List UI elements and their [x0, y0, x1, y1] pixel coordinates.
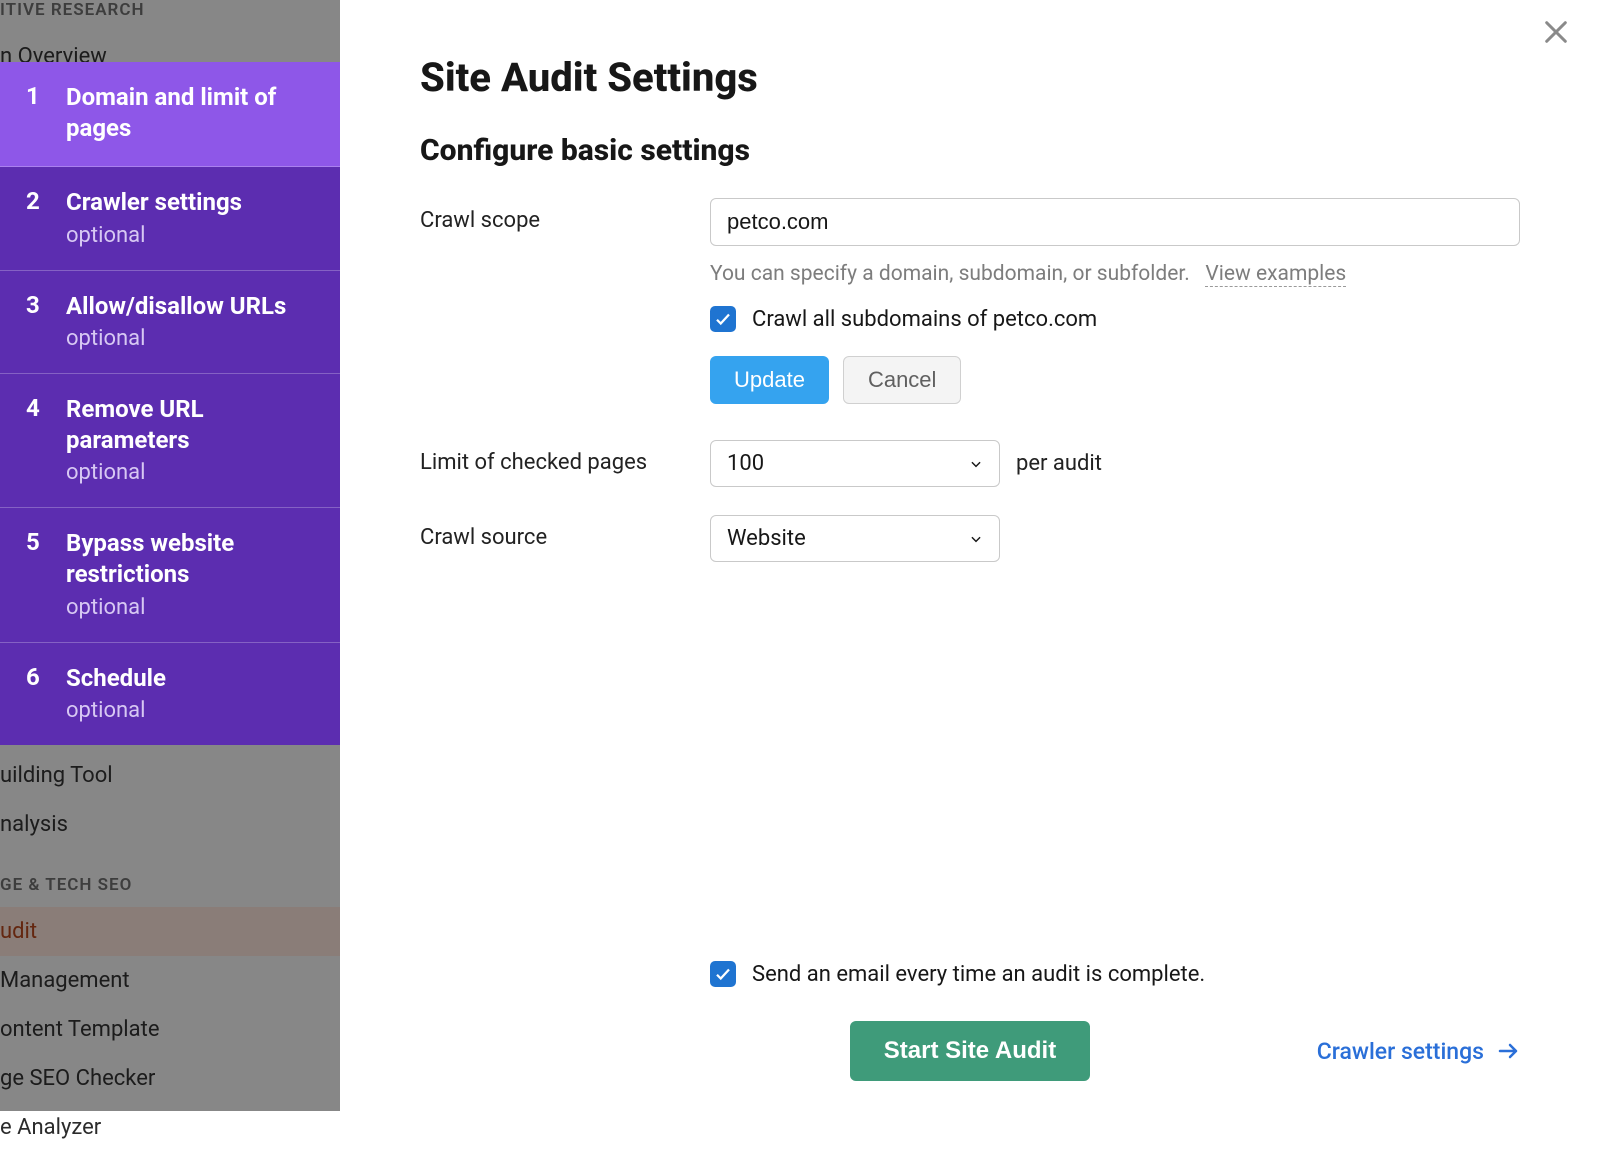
step-subtitle: optional [66, 223, 314, 248]
crawl-subdomains-label: Crawl all subdomains of petco.com [752, 307, 1097, 332]
step-title: Allow/disallow URLs [66, 291, 314, 322]
step-schedule[interactable]: 6 Schedule optional [0, 643, 340, 745]
step-number: 3 [26, 291, 46, 319]
step-remove-url-params[interactable]: 4 Remove URL parameters optional [0, 374, 340, 508]
step-number: 2 [26, 187, 46, 215]
row-crawl-source: Crawl source Website [420, 515, 1520, 562]
start-site-audit-button[interactable]: Start Site Audit [850, 1021, 1090, 1081]
step-subtitle: optional [66, 460, 314, 485]
bg-item: nalysis [0, 800, 340, 849]
email-notify-checkbox[interactable] [710, 961, 736, 987]
next-step-link[interactable]: Crawler settings [1317, 1038, 1520, 1065]
crawl-subdomains-checkbox[interactable] [710, 306, 736, 332]
step-subtitle: optional [66, 326, 314, 351]
bg-item: uilding Tool [0, 751, 340, 800]
row-limit-pages: Limit of checked pages 100 per audit [420, 440, 1520, 487]
step-number: 1 [26, 82, 46, 110]
arrow-right-icon [1496, 1039, 1520, 1063]
row-crawl-scope: Crawl scope You can specify a domain, su… [420, 198, 1520, 404]
close-button[interactable] [1542, 18, 1570, 50]
limit-suffix: per audit [1016, 451, 1102, 476]
panel-footer: Send an email every time an audit is com… [420, 961, 1520, 1081]
email-notify-label: Send an email every time an audit is com… [752, 962, 1205, 987]
wizard-steps: 1 Domain and limit of pages 2 Crawler se… [0, 62, 340, 745]
bg-item: ontent Template [0, 1005, 340, 1054]
bg-item: Management [0, 956, 340, 1005]
step-number: 6 [26, 663, 46, 691]
update-button[interactable]: Update [710, 356, 829, 404]
chevron-down-icon [969, 532, 983, 546]
bg-item: e Analyzer [0, 1103, 340, 1152]
step-title: Remove URL parameters [66, 394, 314, 456]
bg-section-header: GE & TECH SEO [0, 865, 340, 907]
crawl-source-select[interactable]: Website [710, 515, 1000, 562]
step-subtitle: optional [66, 595, 314, 620]
limit-pages-select[interactable]: 100 [710, 440, 1000, 487]
select-value: Website [727, 526, 806, 551]
step-title: Schedule [66, 663, 314, 694]
crawl-scope-input[interactable] [710, 198, 1520, 246]
label-limit-pages: Limit of checked pages [420, 440, 710, 475]
bg-item: udit [0, 907, 340, 956]
cancel-button[interactable]: Cancel [843, 356, 961, 404]
step-bypass-restrictions[interactable]: 5 Bypass website restrictions optional [0, 508, 340, 642]
next-step-label: Crawler settings [1317, 1038, 1484, 1065]
step-domain-limit[interactable]: 1 Domain and limit of pages [0, 62, 340, 167]
section-title: Configure basic settings [420, 133, 1520, 168]
step-title: Crawler settings [66, 187, 314, 218]
settings-panel: Site Audit Settings Configure basic sett… [340, 0, 1600, 1111]
chevron-down-icon [969, 457, 983, 471]
step-crawler-settings[interactable]: 2 Crawler settings optional [0, 167, 340, 270]
check-icon [714, 965, 732, 983]
helper-text: You can specify a domain, subdomain, or … [710, 262, 1520, 286]
email-notify-row: Send an email every time an audit is com… [710, 961, 1520, 987]
view-examples-link[interactable]: View examples [1205, 262, 1346, 287]
label-crawl-source: Crawl source [420, 515, 710, 550]
helper-static: You can specify a domain, subdomain, or … [710, 262, 1190, 286]
bg-section-header: ITIVE RESEARCH [0, 0, 340, 32]
label-crawl-scope: Crawl scope [420, 198, 710, 233]
step-number: 5 [26, 528, 46, 556]
step-subtitle: optional [66, 698, 314, 723]
page-title: Site Audit Settings [420, 54, 1520, 101]
check-icon [714, 310, 732, 328]
step-number: 4 [26, 394, 46, 422]
crawl-subdomains-row: Crawl all subdomains of petco.com [710, 306, 1520, 332]
step-title: Bypass website restrictions [66, 528, 314, 590]
select-value: 100 [727, 451, 764, 476]
close-icon [1542, 18, 1570, 46]
step-allow-disallow[interactable]: 3 Allow/disallow URLs optional [0, 271, 340, 374]
step-title: Domain and limit of pages [66, 82, 314, 144]
bg-item: ge SEO Checker [0, 1054, 340, 1103]
